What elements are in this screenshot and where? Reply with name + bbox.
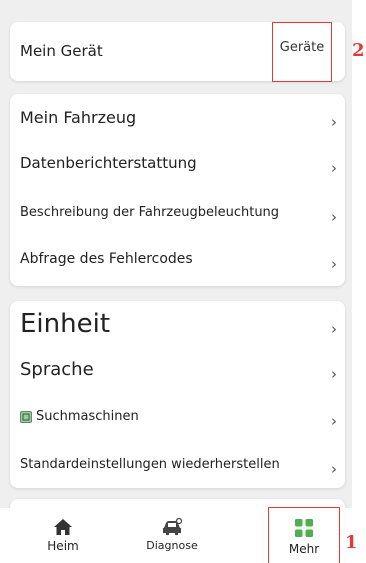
chevron-right-icon: › <box>331 208 337 226</box>
chevron-right-icon: › <box>331 113 337 131</box>
annotation-marker-2: 2 <box>352 40 365 61</box>
chevron-right-icon: › <box>331 365 337 383</box>
more-tab-highlight <box>268 507 340 563</box>
menu-item-label: Mein Fahrzeug <box>20 107 137 127</box>
menu-item-unit[interactable]: Einheit › <box>20 303 337 345</box>
tab-label: Heim <box>47 539 79 553</box>
menu-item-label-wrap: Suchmaschinen <box>20 409 139 424</box>
menu-item-label: Einheit <box>20 309 111 339</box>
vehicle-menu-card: Mein Fahrzeug › Datenberichterstattung ›… <box>10 94 345 286</box>
more-screen: Mein Gerät Geräte Mein Fahrzeug › Datenb… <box>0 0 352 563</box>
menu-item-language[interactable]: Sprache › <box>20 351 337 387</box>
car-diagnose-icon <box>163 518 183 535</box>
menu-item-fault-code-query[interactable]: Abfrage des Fehlercodes › <box>20 242 337 276</box>
menu-item-label: Sprache <box>20 358 94 380</box>
my-device-title: Mein Gerät <box>20 42 103 60</box>
menu-item-label: Abfrage des Fehlercodes <box>20 251 193 267</box>
annotation-marker-1: 1 <box>345 532 358 553</box>
settings-menu-card: Einheit › Sprache › Suchmaschinen › Stan… <box>10 301 345 488</box>
tab-home[interactable]: Heim <box>38 508 88 563</box>
menu-item-label: Suchmaschinen <box>36 408 139 424</box>
menu-item-search-engines[interactable]: Suchmaschinen › <box>20 399 337 433</box>
chevron-right-icon: › <box>331 320 337 338</box>
chevron-right-icon: › <box>331 460 337 478</box>
menu-item-label: Datenberichterstattung <box>20 154 197 172</box>
menu-item-lighting-description[interactable]: Beschreibung der Fahrzeugbeleuchtung › <box>20 195 337 229</box>
search-engine-icon <box>20 411 32 423</box>
menu-item-label: Beschreibung der Fahrzeugbeleuchtung <box>20 204 280 220</box>
tab-diagnose[interactable]: Diagnose <box>137 508 207 563</box>
chevron-right-icon: › <box>331 255 337 273</box>
menu-item-data-reporting[interactable]: Datenberichterstattung › <box>20 146 337 180</box>
menu-item-label: Standardeinstellungen wiederherstellen <box>20 456 280 472</box>
menu-item-my-vehicle[interactable]: Mein Fahrzeug › <box>20 100 337 134</box>
chevron-right-icon: › <box>331 159 337 177</box>
devices-button[interactable]: Geräte <box>272 22 332 82</box>
chevron-right-icon: › <box>331 412 337 430</box>
menu-item-restore-defaults[interactable]: Standardeinstellungen wiederherstellen › <box>20 447 337 481</box>
tab-label: Diagnose <box>146 539 198 552</box>
home-icon <box>54 519 72 535</box>
